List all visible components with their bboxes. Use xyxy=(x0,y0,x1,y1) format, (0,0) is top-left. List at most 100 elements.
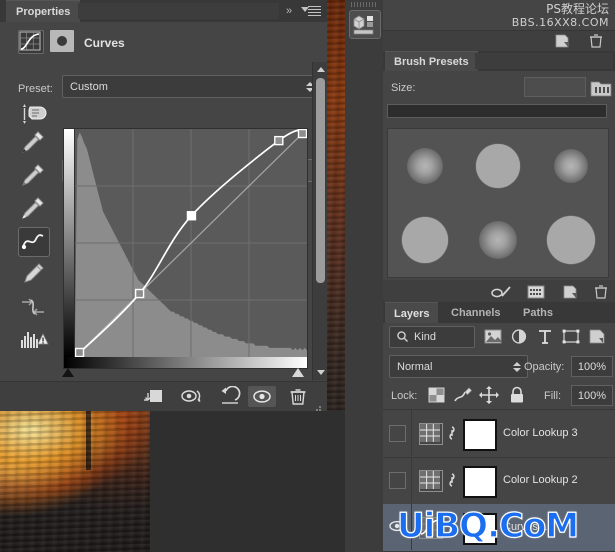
tab-paths-label: Paths xyxy=(523,306,553,319)
layer-list: Color Lookup 3 Color Lookup 2 Curves 1 xyxy=(383,410,615,552)
collapsed-dock-strip xyxy=(345,0,384,552)
panel-menu-icon[interactable] xyxy=(301,4,321,18)
brush-preset-folder-icon[interactable] xyxy=(589,77,613,99)
layer-name: Curves 1 xyxy=(503,521,548,533)
resize-grip-icon[interactable] xyxy=(312,399,322,411)
properties-scrollbar[interactable] xyxy=(312,62,327,380)
pencil-tool-icon[interactable] xyxy=(18,260,48,288)
delete-brush-icon[interactable] xyxy=(589,283,615,300)
preset-label: Preset: xyxy=(18,83,53,95)
tab-properties[interactable]: Properties xyxy=(6,0,81,23)
smooth-curve-icon[interactable] xyxy=(18,293,48,321)
right-icon-bar xyxy=(383,30,615,52)
tab-layers[interactable]: Layers xyxy=(385,302,439,324)
sample-in-image-icon[interactable] xyxy=(18,102,48,126)
reset-icon[interactable] xyxy=(216,385,244,407)
filter-kind-select[interactable]: Kind xyxy=(389,326,475,348)
link-mask-icon[interactable] xyxy=(447,472,457,488)
link-mask-icon[interactable] xyxy=(447,425,457,441)
fill-value: 100% xyxy=(577,389,607,402)
brush-panel-footer xyxy=(383,280,615,302)
lock-row: Lock: Fill: 100% xyxy=(383,381,615,410)
new-layer-icon[interactable] xyxy=(553,33,571,49)
curve-plot-area[interactable] xyxy=(75,129,307,357)
page-title: Curves xyxy=(84,36,125,50)
curves-display-options-icon[interactable] xyxy=(18,326,49,356)
tab-channels[interactable]: Channels xyxy=(442,302,510,323)
eye-off-icon xyxy=(389,425,406,442)
color-lookup-thumbnail[interactable] xyxy=(419,423,443,445)
black-point-eyedropper-icon[interactable] xyxy=(18,128,48,156)
brush-preset-grid[interactable] xyxy=(387,128,609,278)
scrollbar-thumb[interactable] xyxy=(316,78,325,283)
layer-mask-thumbnail[interactable] xyxy=(463,513,497,545)
toggle-visibility-icon[interactable] xyxy=(248,386,276,407)
lock-position-icon[interactable] xyxy=(479,386,499,404)
table-row[interactable]: Color Lookup 3 xyxy=(383,410,615,458)
filter-adjustment-layers-icon[interactable] xyxy=(509,328,529,345)
brush-size-input[interactable] xyxy=(524,77,586,97)
toggle-brush-settings-icon[interactable] xyxy=(489,283,515,300)
search-icon xyxy=(396,330,409,346)
table-row[interactable]: Color Lookup 2 xyxy=(383,457,615,505)
tab-properties-label: Properties xyxy=(16,6,71,18)
blend-mode-row: Normal Opacity: 100% xyxy=(383,352,615,380)
delete-icon[interactable] xyxy=(587,33,605,49)
open-preset-manager-icon[interactable] xyxy=(523,283,549,300)
tab-bar-empty-space xyxy=(78,3,279,19)
gray-point-eyedropper-icon[interactable] xyxy=(18,161,48,189)
curve-point-tool-icon[interactable] xyxy=(18,227,50,257)
filter-smart-objects-icon[interactable] xyxy=(587,328,607,345)
black-point-slider[interactable] xyxy=(62,368,74,377)
lock-transparent-pixels-icon[interactable] xyxy=(427,386,447,404)
layer-name: Color Lookup 3 xyxy=(503,427,578,439)
layer-visibility-toggle[interactable] xyxy=(383,410,412,456)
canvas-empty-area xyxy=(150,410,345,552)
lock-image-pixels-icon[interactable] xyxy=(453,386,473,404)
fill-input[interactable]: 100% xyxy=(571,385,613,406)
curves-graph[interactable] xyxy=(63,128,308,358)
tab-brush-presets-label: Brush Presets xyxy=(394,56,469,68)
white-point-eyedropper-icon[interactable] xyxy=(18,194,48,222)
filter-type-layers-icon[interactable] xyxy=(535,328,555,345)
double-chevron-right-icon[interactable]: » xyxy=(281,4,297,18)
layer-visibility-toggle[interactable] xyxy=(383,504,412,550)
layer-mask-thumbnail[interactable] xyxy=(463,466,497,498)
delete-layer-icon[interactable] xyxy=(284,386,312,407)
layer-visibility-toggle[interactable] xyxy=(383,457,412,503)
brush-size-row: Size: xyxy=(383,71,615,103)
right-panel-column: PS教程论坛 BBS.16XX8.COM Brush Presets Size:… xyxy=(383,0,615,552)
layer-mask-thumbnail[interactable] xyxy=(463,419,497,451)
properties-panel: Properties » Curves Preset: Custom xyxy=(0,0,327,411)
hard-round-brush[interactable] xyxy=(475,144,520,188)
3d-panel-icon[interactable] xyxy=(349,10,381,39)
tab-paths[interactable]: Paths xyxy=(514,302,562,323)
filter-shape-layers-icon[interactable] xyxy=(561,328,581,345)
hard-round-brush-large[interactable] xyxy=(546,216,595,264)
soft-round-brush-medium[interactable] xyxy=(478,221,517,259)
scroll-down-arrow-icon[interactable] xyxy=(317,370,325,375)
tab-channels-label: Channels xyxy=(451,306,501,319)
scroll-up-arrow-icon[interactable] xyxy=(317,67,325,72)
dock-drag-grip[interactable] xyxy=(351,2,377,7)
preset-select[interactable]: Custom xyxy=(62,75,321,98)
hard-round-brush-medium[interactable] xyxy=(401,217,448,263)
curves-thumbnail[interactable] xyxy=(419,517,443,539)
opacity-input[interactable]: 100% xyxy=(571,356,613,377)
lock-all-icon[interactable] xyxy=(507,386,527,404)
color-lookup-thumbnail[interactable] xyxy=(419,470,443,492)
view-previous-state-icon[interactable] xyxy=(178,386,206,407)
new-brush-preset-icon[interactable] xyxy=(557,283,583,300)
layer-name: Color Lookup 2 xyxy=(503,474,578,486)
soft-round-brush-small[interactable] xyxy=(553,149,588,183)
tab-brush-presets[interactable]: Brush Presets xyxy=(385,51,478,72)
soft-round-brush[interactable] xyxy=(406,148,443,184)
filter-pixel-layers-icon[interactable] xyxy=(483,328,503,345)
curve-svg[interactable] xyxy=(75,129,307,357)
clip-to-layer-icon[interactable] xyxy=(140,386,168,407)
link-mask-icon[interactable] xyxy=(447,519,457,535)
table-row[interactable]: Curves 1 xyxy=(383,504,615,552)
blend-mode-select[interactable]: Normal xyxy=(389,355,528,378)
watermark-top: PS教程论坛 BBS.16XX8.COM xyxy=(512,2,609,30)
white-point-slider[interactable] xyxy=(292,368,304,377)
